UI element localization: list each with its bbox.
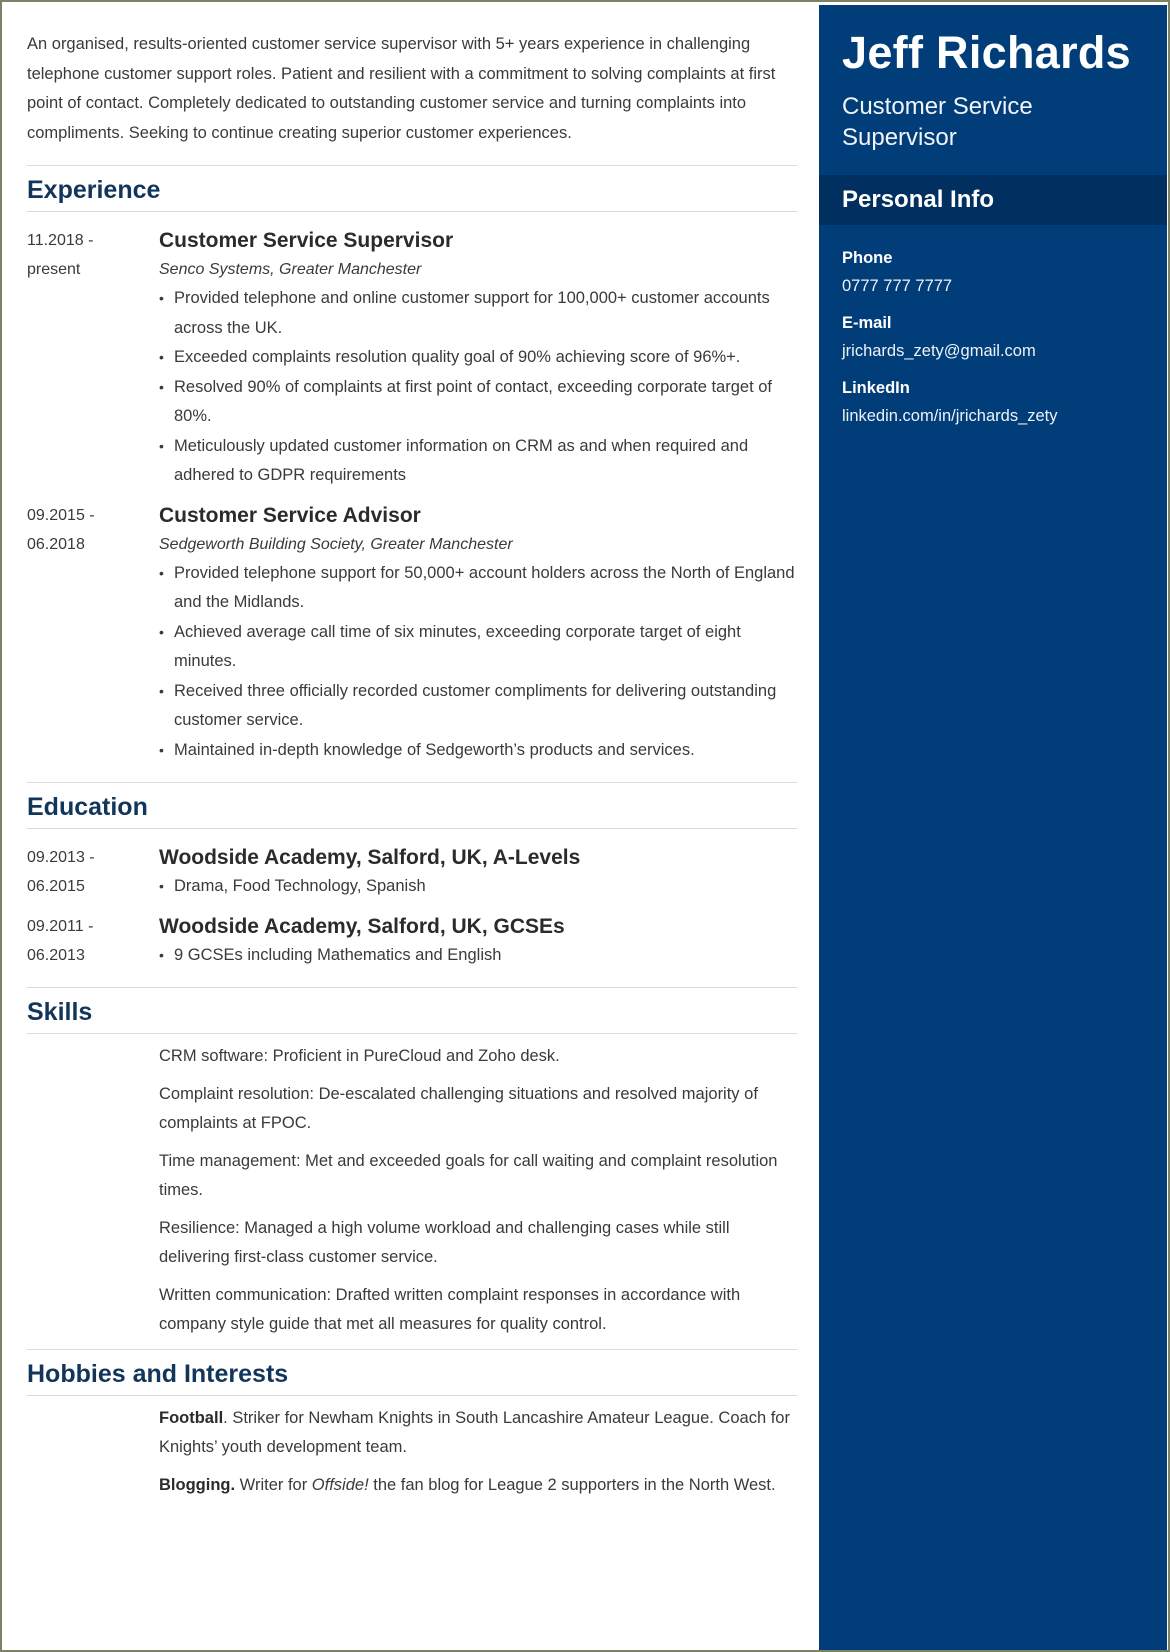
hobby-name: Blogging.	[159, 1475, 236, 1494]
section-title-education: Education	[27, 793, 148, 821]
resume-page: An organised, results-oriented customer …	[0, 0, 1170, 1652]
job-title: Customer Service Supervisor	[159, 229, 454, 252]
education-bullets: 9 GCSEs including Mathematics and Englis…	[159, 941, 797, 971]
personal-info-title: Personal Info	[819, 175, 1167, 225]
phone-value: 0777 777 7777	[842, 277, 953, 295]
hobby-text: Striker for Newham Knights in South Lanc…	[159, 1408, 790, 1457]
bullet-item: Drama, Food Technology, Spanish	[159, 872, 797, 902]
date-start: 09.2013 -	[27, 849, 95, 866]
job-entry: 09.2015 - 06.2018 Customer Service Advis…	[27, 501, 797, 766]
linkedin-label: LinkedIn	[842, 379, 910, 397]
skill-item: Complaint resolution: De-escalated chall…	[159, 1084, 758, 1133]
job-bullets: Provided telephone support for 50,000+ a…	[159, 559, 797, 766]
bullet-item: 9 GCSEs including Mathematics and Englis…	[159, 941, 797, 971]
job-title: Customer Service Advisor	[159, 503, 421, 527]
job-bullets: Provided telephone and online customer s…	[159, 284, 797, 491]
job-company: Senco Systems, Greater Manchester	[159, 261, 422, 278]
date-end: 06.2018	[27, 535, 85, 553]
skill-item: Time management: Met and exceeded goals …	[159, 1151, 778, 1200]
bullet-item: Resolved 90% of complaints at first poin…	[159, 373, 797, 432]
candidate-role: Customer Service Supervisor	[842, 93, 1033, 151]
section-title-experience: Experience	[27, 176, 161, 204]
education-section: Education 09.2013 - 06.2015 Woodside Aca…	[27, 782, 797, 970]
hobbies-list: Football. Striker for Newham Knights in …	[27, 1396, 797, 1501]
bullet-item: Provided telephone support for 50,000+ a…	[159, 559, 797, 618]
date-end: present	[27, 261, 81, 278]
date-start: 11.2018 -	[27, 232, 94, 249]
job-dates: 09.2015 - 06.2018	[27, 501, 159, 766]
bullet-item: Maintained in-depth knowledge of Sedgewo…	[159, 736, 797, 766]
hobby-item: Football. Striker for Newham Knights in …	[159, 1404, 797, 1463]
candidate-name: Jeff Richards	[842, 27, 1131, 78]
date-start: 09.2011 -	[27, 917, 94, 935]
hobby-name: Football	[159, 1408, 224, 1427]
bullet-item: Achieved average call time of six minute…	[159, 618, 797, 677]
linkedin-value[interactable]: linkedin.com/in/jrichards_zety	[842, 402, 1167, 430]
divider	[27, 828, 797, 829]
hobbies-section: Hobbies and Interests Football. Striker …	[27, 1348, 797, 1501]
divider	[27, 211, 797, 212]
hobby-sep: .	[223, 1408, 233, 1427]
bullet-item: Received three officially recorded custo…	[159, 677, 797, 736]
education-bullets: Drama, Food Technology, Spanish	[159, 872, 797, 902]
section-title-hobbies: Hobbies and Interests	[27, 1359, 289, 1388]
section-title-skills: Skills	[27, 998, 93, 1026]
hobby-text: the fan blog for League 2 supporters in …	[368, 1475, 776, 1494]
experience-section: Experience 11.2018 - present Customer Se…	[27, 165, 797, 765]
education-entry: 09.2011 - 06.2013 Woodside Academy, Salf…	[27, 912, 797, 971]
bullet-item: Meticulously updated customer informatio…	[159, 432, 797, 491]
job-entry: 11.2018 - present Customer Service Super…	[27, 226, 797, 491]
education-title: Woodside Academy, Salford, UK, A-Levels	[159, 846, 581, 869]
education-entry: 09.2013 - 06.2015 Woodside Academy, Salf…	[27, 843, 797, 902]
job-dates: 11.2018 - present	[27, 226, 159, 491]
skill-item: Written communication: Drafted written c…	[159, 1285, 741, 1334]
email-value[interactable]: jrichards_zety@gmail.com	[842, 337, 1167, 365]
date-start: 09.2015 -	[27, 506, 95, 524]
phone-label: Phone	[842, 249, 893, 267]
education-title: Woodside Academy, Salford, UK, GCSEs	[159, 914, 565, 938]
main-column: An organised, results-oriented customer …	[27, 30, 797, 1508]
skill-item: CRM software: Proficient in PureCloud an…	[159, 1047, 560, 1065]
hobby-italic: Offside!	[311, 1475, 369, 1494]
skills-list: CRM software: Proficient in PureCloud an…	[27, 1034, 797, 1340]
hobby-item: Blogging. Writer for Offside! the fan bl…	[159, 1471, 797, 1501]
skill-item: Resilience: Managed a high volume worklo…	[159, 1218, 730, 1267]
job-company: Sedgeworth Building Society, Greater Man…	[159, 535, 513, 553]
date-end: 06.2015	[27, 878, 85, 895]
sidebar: Jeff Richards Customer Service Superviso…	[819, 5, 1167, 1650]
hobby-text: Writer for	[239, 1475, 312, 1494]
skills-section: Skills CRM software: Proficient in PureC…	[27, 987, 797, 1340]
education-dates: 09.2013 - 06.2015	[27, 843, 159, 902]
personal-info: Phone 0777 777 7777 E-mail jrichards_zet…	[819, 225, 1167, 430]
education-dates: 09.2011 - 06.2013	[27, 912, 159, 971]
bullet-item: Exceeded complaints resolution quality g…	[159, 343, 797, 373]
date-end: 06.2013	[27, 946, 85, 964]
bullet-item: Provided telephone and online customer s…	[159, 284, 797, 343]
email-label: E-mail	[842, 314, 892, 332]
summary-text: An organised, results-oriented customer …	[27, 35, 776, 142]
